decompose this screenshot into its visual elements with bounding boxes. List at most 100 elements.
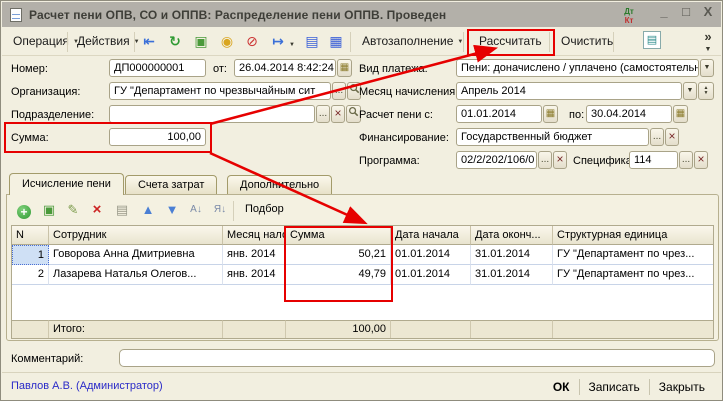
calculate-button[interactable]: Рассчитать bbox=[472, 30, 549, 53]
unpost-document-icon[interactable]: ⊘ bbox=[241, 31, 263, 52]
select-ellipsis-button[interactable]: ... bbox=[679, 151, 693, 169]
total-row-cell bbox=[553, 320, 713, 338]
actions-menu-button[interactable]: Действия▼ bbox=[70, 30, 147, 53]
penalty-to-field[interactable]: 30.04.2014 bbox=[586, 105, 672, 123]
table-cell[interactable]: 31.01.2014 bbox=[471, 265, 553, 285]
column-header-unit[interactable]: Структурная единица bbox=[553, 226, 713, 245]
clear-x-icon[interactable]: × bbox=[694, 151, 708, 169]
select-ellipsis-button[interactable]: ... bbox=[538, 151, 552, 169]
payment-type-field[interactable]: Пени: доначислено / уплачено (самостояте… bbox=[456, 59, 699, 77]
table-cell[interactable]: Лазарева Наталья Олегов... bbox=[49, 265, 223, 285]
table-cell[interactable]: янв. 2014 bbox=[223, 265, 286, 285]
list-icon[interactable]: ▤ bbox=[301, 31, 323, 52]
create-based-on-icon[interactable]: ↦ bbox=[267, 31, 289, 52]
calendar-icon[interactable]: ▦ bbox=[673, 105, 688, 123]
grid-settings-icon[interactable]: ▦ bbox=[325, 31, 347, 52]
close-document-button[interactable]: Закрыть bbox=[650, 378, 714, 397]
organization-field[interactable]: ГУ "Департамент по чрезвычайным сит bbox=[109, 82, 331, 100]
comment-field[interactable] bbox=[119, 349, 715, 367]
program-field[interactable]: 02/2/202/106/0 bbox=[456, 151, 537, 169]
chevron-down-icon[interactable]: ▼ bbox=[287, 35, 297, 56]
ok-button[interactable]: ОК bbox=[544, 378, 579, 397]
pick-button[interactable]: Подбор bbox=[239, 201, 290, 219]
spinner-control[interactable]: ▲▼ bbox=[698, 82, 714, 100]
tab-expense-accounts[interactable]: Счета затрат bbox=[125, 175, 217, 195]
minimize-button[interactable]: _ bbox=[654, 4, 674, 19]
current-user-text: Павлов А.В. (Администратор) bbox=[11, 380, 163, 392]
copy-row-button[interactable]: ▣ bbox=[38, 200, 60, 220]
total-sum: 100,00 bbox=[286, 320, 391, 338]
enter-document-icon[interactable]: ⇤ bbox=[138, 31, 160, 52]
end-edit-button[interactable]: ▤ bbox=[111, 200, 133, 220]
column-header-employee[interactable]: Сотрудник bbox=[49, 226, 223, 245]
toolbar-overflow-button[interactable]: »▼ bbox=[700, 30, 716, 56]
toolbar-separator bbox=[233, 201, 234, 221]
financing-field[interactable]: Государственный бюджет bbox=[456, 128, 649, 146]
clear-x-icon[interactable]: × bbox=[331, 105, 345, 123]
clear-x-icon[interactable]: × bbox=[665, 128, 679, 146]
maximize-button[interactable]: □ bbox=[676, 4, 696, 19]
move-up-button[interactable]: ▲ bbox=[137, 200, 159, 220]
sort-ascending-button[interactable]: А↓ bbox=[185, 200, 207, 220]
select-ellipsis-button[interactable]: ... bbox=[316, 105, 330, 123]
dt-kt-postings-icon[interactable]: ДтКт bbox=[618, 5, 640, 26]
table-cell[interactable]: 2 bbox=[12, 265, 49, 285]
tab-penalty-calculation[interactable]: Исчисление пени bbox=[9, 173, 124, 195]
penalty-from-label: Расчет пени с: bbox=[359, 109, 433, 121]
delete-row-button[interactable]: × bbox=[86, 200, 108, 220]
table-cell[interactable]: ГУ "Департамент по чрез... bbox=[553, 265, 713, 285]
penalty-from-field[interactable]: 01.01.2014 bbox=[456, 105, 542, 123]
sum-field[interactable]: 100,00 bbox=[109, 128, 206, 146]
total-label: Итого: bbox=[49, 320, 223, 338]
column-header-date-start[interactable]: Дата начала bbox=[391, 226, 471, 245]
payment-type-label: Вид платежа: bbox=[359, 63, 428, 75]
write-button[interactable]: Записать bbox=[580, 378, 649, 397]
refresh-icon[interactable]: ↻ bbox=[164, 31, 186, 52]
column-header-sum[interactable]: Сумма bbox=[286, 226, 391, 245]
table-cell[interactable]: янв. 2014 bbox=[223, 245, 286, 265]
table-cell[interactable]: 49,79 bbox=[286, 265, 391, 285]
calendar-icon[interactable]: ▦ bbox=[337, 59, 352, 77]
add-row-button[interactable]: + bbox=[13, 200, 35, 220]
column-header-n[interactable]: N bbox=[12, 226, 49, 245]
number-field[interactable]: ДП000000001 bbox=[109, 59, 206, 77]
accrual-month-label: Месяц начисления: bbox=[359, 86, 458, 98]
tab-additional[interactable]: Дополнительно bbox=[227, 175, 332, 195]
select-ellipsis-button[interactable]: ... bbox=[332, 82, 346, 100]
edit-row-button[interactable]: ✎ bbox=[62, 200, 84, 220]
document-window: Расчет пени ОПВ, СО и ОППВ: Распределени… bbox=[0, 0, 723, 401]
total-row-cell bbox=[471, 320, 553, 338]
specifics-field[interactable]: 114 bbox=[629, 151, 678, 169]
table-cell[interactable]: 1 bbox=[12, 245, 49, 265]
table-cell[interactable]: 01.01.2014 bbox=[391, 265, 471, 285]
move-down-button[interactable]: ▼ bbox=[161, 200, 183, 220]
clear-x-icon[interactable]: × bbox=[553, 151, 567, 169]
report-icon[interactable]: ▤ bbox=[643, 31, 661, 49]
column-header-date-end[interactable]: Дата оконч... bbox=[471, 226, 553, 245]
copy-document-icon[interactable]: ▣ bbox=[190, 31, 212, 52]
table-cell[interactable]: 01.01.2014 bbox=[391, 245, 471, 265]
table-cell[interactable]: 50,21 bbox=[286, 245, 391, 265]
penalty-table: N Сотрудник Месяц нало... Сумма Дата нач… bbox=[11, 225, 714, 339]
close-button[interactable]: X bbox=[698, 4, 718, 19]
total-row-cell bbox=[12, 320, 49, 338]
post-document-icon[interactable]: ◉ bbox=[216, 31, 238, 52]
clear-button[interactable]: Очистить bbox=[554, 30, 620, 53]
department-field[interactable] bbox=[109, 105, 315, 123]
accrual-month-field[interactable]: Апрель 2014 bbox=[456, 82, 682, 100]
total-row-cell bbox=[223, 320, 286, 338]
table-cell[interactable]: Говорова Анна Дмитриевна bbox=[49, 245, 223, 265]
document-icon bbox=[10, 8, 22, 22]
sort-descending-button[interactable]: Я↓ bbox=[209, 200, 231, 220]
dropdown-arrow-icon[interactable]: ▼ bbox=[683, 82, 697, 100]
dropdown-arrow-icon[interactable]: ▼ bbox=[700, 59, 714, 77]
autofill-button[interactable]: Автозаполнение▼ bbox=[355, 30, 470, 53]
calendar-icon[interactable]: ▦ bbox=[543, 105, 558, 123]
specifics-label: Специфика: bbox=[573, 155, 635, 167]
table-cell[interactable]: ГУ "Департамент по чрез... bbox=[553, 245, 713, 265]
window-title: Расчет пени ОПВ, СО и ОППВ: Распределени… bbox=[29, 8, 446, 22]
select-ellipsis-button[interactable]: ... bbox=[650, 128, 664, 146]
column-header-month[interactable]: Месяц нало... bbox=[223, 226, 286, 245]
table-cell[interactable]: 31.01.2014 bbox=[471, 245, 553, 265]
document-date-field[interactable]: 26.04.2014 8:42:24 bbox=[234, 59, 336, 77]
